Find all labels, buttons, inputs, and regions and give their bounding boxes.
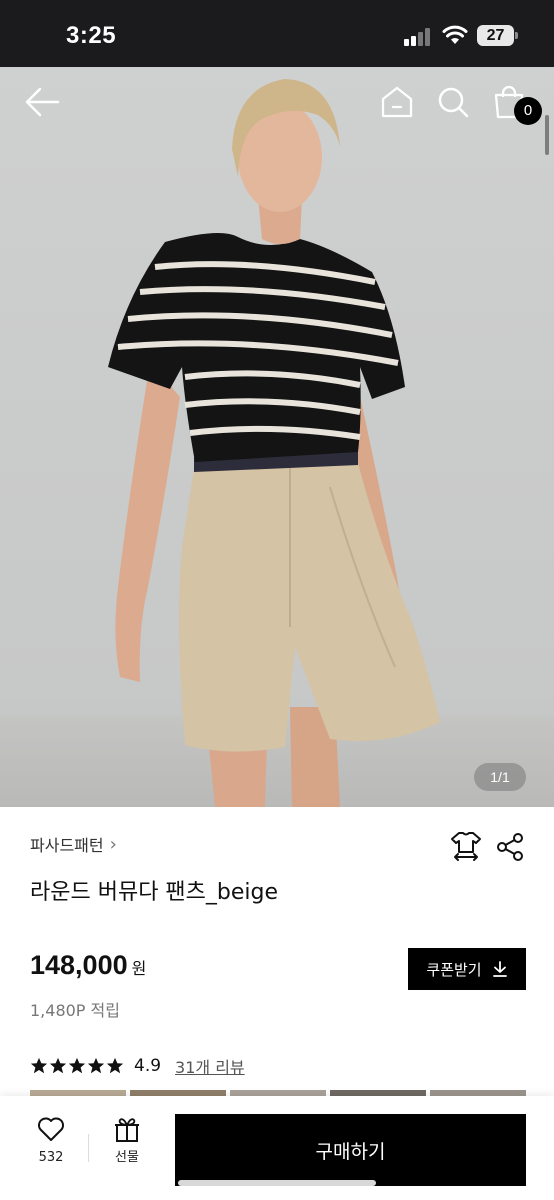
brand-name: 파사드패턴 xyxy=(30,836,104,855)
size-guide-icon[interactable] xyxy=(450,830,482,862)
like-button[interactable]: 532 xyxy=(22,1110,80,1180)
coupon-download-button[interactable]: 쿠폰받기 xyxy=(408,948,526,990)
gift-label: 선물 xyxy=(115,1150,139,1165)
status-time: 3:25 xyxy=(66,22,117,49)
battery-level: 27 xyxy=(477,25,514,46)
star-icon xyxy=(87,1057,105,1074)
heart-icon xyxy=(38,1117,64,1141)
brand-link[interactable]: 파사드패턴 › xyxy=(30,832,117,856)
price: 148,000 원 xyxy=(30,950,146,981)
price-currency: 원 xyxy=(131,959,147,978)
reward-points: 1,480P 적립 xyxy=(30,1001,120,1020)
gift-button[interactable]: 선물 xyxy=(98,1110,156,1180)
gift-icon xyxy=(115,1118,139,1142)
buy-button[interactable]: 구매하기 xyxy=(175,1114,526,1186)
share-icon[interactable] xyxy=(496,832,524,862)
cellular-signal-icon xyxy=(404,28,434,46)
image-page-indicator: 1/1 xyxy=(474,763,526,791)
coupon-label: 쿠폰받기 xyxy=(426,961,482,979)
star-icon xyxy=(68,1057,86,1074)
star-icon xyxy=(106,1057,124,1074)
status-bar: 3:25 27 xyxy=(0,0,554,67)
rating-value: 4.9 xyxy=(134,1056,162,1076)
battery-icon: 27 xyxy=(477,25,519,46)
star-icon xyxy=(49,1057,67,1074)
scrollbar-thumb[interactable] xyxy=(545,115,549,155)
cart-count-badge: 0 xyxy=(514,97,542,125)
back-arrow-icon[interactable] xyxy=(22,85,62,119)
download-icon xyxy=(492,961,507,977)
rating-row: 4.9 31개 리뷰 xyxy=(30,1054,245,1078)
like-count: 532 xyxy=(38,1150,64,1165)
bottom-action-bar: 532 선물 구매하기 xyxy=(0,1096,554,1200)
product-title: 라운드 버뮤다 팬츠_beige xyxy=(30,880,279,905)
chevron-right-icon: › xyxy=(109,833,117,855)
model-illustration xyxy=(108,79,440,807)
wifi-icon xyxy=(442,25,468,44)
star-icon xyxy=(30,1057,48,1074)
price-value: 148,000 xyxy=(30,950,128,980)
star-rating xyxy=(30,1057,124,1075)
home-icon[interactable] xyxy=(380,85,414,119)
product-image[interactable]: 0 1/1 xyxy=(0,67,554,807)
search-icon[interactable] xyxy=(436,85,470,119)
home-indicator xyxy=(178,1180,376,1186)
divider xyxy=(88,1134,89,1162)
review-count-link[interactable]: 31개 리뷰 xyxy=(175,1054,245,1078)
